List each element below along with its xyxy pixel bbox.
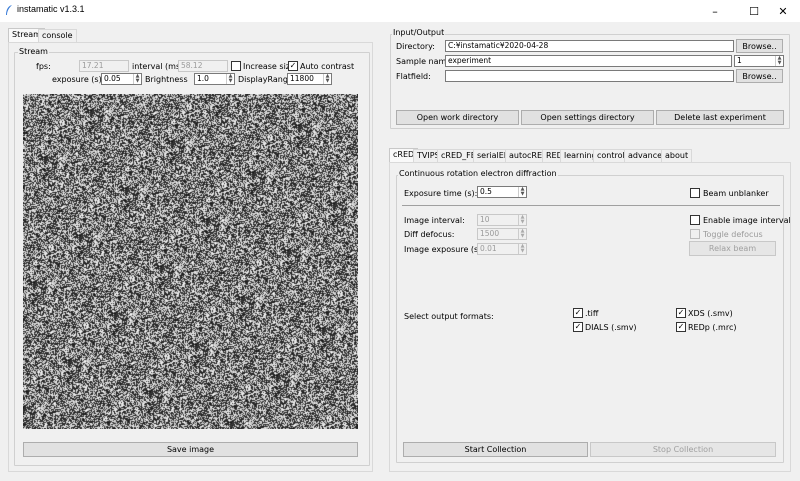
check-icon: ✓ bbox=[574, 322, 582, 331]
start-collection-button[interactable]: Start Collection bbox=[403, 442, 588, 457]
brightness-spinbox[interactable]: 1.0 ▲ ▼ bbox=[194, 73, 235, 85]
image-interval-spinner: ▲ ▼ bbox=[518, 215, 526, 225]
tiff-format-label: .tiff bbox=[585, 309, 599, 318]
close-button[interactable]: ✕ bbox=[766, 0, 800, 22]
diff-defocus-value: 1500 bbox=[480, 229, 500, 238]
feather-app-icon bbox=[6, 5, 12, 15]
fps-field: 17.21 bbox=[79, 60, 129, 72]
check-icon: ✓ bbox=[677, 322, 685, 331]
separator bbox=[402, 205, 780, 206]
display-range-label: DisplayRange bbox=[238, 75, 293, 84]
auto-contrast-label: Auto contrast bbox=[300, 62, 355, 71]
flatfield-label: Flatfield: bbox=[396, 72, 431, 81]
open-settings-directory-button[interactable]: Open settings directory bbox=[521, 110, 654, 125]
brightness-spinner[interactable]: ▲ ▼ bbox=[226, 74, 234, 84]
directory-input[interactable]: C:¥instamatic¥2020-04-28 bbox=[445, 40, 734, 52]
exposure-value[interactable]: 0.05 bbox=[102, 74, 133, 84]
enable-image-interval-label: Enable image interval bbox=[703, 216, 791, 225]
display-range-value[interactable]: 11800 bbox=[288, 74, 323, 84]
spin-down-icon[interactable]: ▼ bbox=[324, 79, 331, 84]
image-interval-value: 10 bbox=[480, 215, 490, 224]
save-image-button[interactable]: Save image bbox=[23, 442, 358, 457]
spin-down-icon[interactable]: ▼ bbox=[776, 61, 783, 66]
tab-console[interactable]: console bbox=[38, 29, 77, 43]
toggle-defocus-checkbox bbox=[690, 229, 700, 239]
spin-down-icon[interactable]: ▼ bbox=[134, 79, 141, 84]
diff-defocus-spinbox: 1500 ▲ ▼ bbox=[477, 228, 527, 240]
check-icon: ✓ bbox=[574, 308, 582, 317]
interval-field: 58.12 bbox=[178, 60, 228, 72]
exposure-label: exposure (s) bbox=[52, 75, 102, 84]
increase-size-checkbox[interactable] bbox=[231, 61, 241, 71]
image-exposure-spinner: ▲ ▼ bbox=[518, 244, 526, 254]
display-range-spinbox[interactable]: 11800 ▲ ▼ bbox=[287, 73, 332, 85]
exposure-spinbox[interactable]: 0.05 ▲ ▼ bbox=[101, 73, 142, 85]
window-title: instamatic v1.3.1 bbox=[17, 4, 85, 14]
spin-down-icon[interactable]: ▼ bbox=[519, 192, 526, 197]
beam-unblanker-checkbox[interactable] bbox=[690, 188, 700, 198]
brightness-value[interactable]: 1.0 bbox=[195, 74, 226, 84]
sample-number-spinner[interactable]: ▲ ▼ bbox=[775, 56, 783, 66]
stop-collection-button: Stop Collection bbox=[590, 442, 776, 457]
directory-browse-button[interactable]: Browse.. bbox=[736, 39, 783, 53]
exposure-time-spinner[interactable]: ▲ ▼ bbox=[518, 187, 526, 197]
auto-contrast-checkbox[interactable]: ✓ bbox=[288, 61, 298, 71]
delete-last-experiment-button[interactable]: Delete last experiment bbox=[656, 110, 784, 125]
redp-format-label: REDp (.mrc) bbox=[688, 323, 737, 332]
exposure-spinner[interactable]: ▲ ▼ bbox=[133, 74, 141, 84]
spin-down-icon: ▼ bbox=[520, 233, 525, 239]
title-bar: instamatic v1.3.1 – ☐ ✕ bbox=[0, 0, 800, 22]
check-icon: ✓ bbox=[677, 308, 685, 317]
spin-down-icon: ▼ bbox=[520, 248, 525, 254]
redp-format-checkbox[interactable]: ✓ bbox=[676, 322, 686, 332]
exposure-time-value[interactable]: 0.5 bbox=[478, 187, 518, 197]
image-interval-spinbox: 10 ▲ ▼ bbox=[477, 214, 527, 226]
tiff-format-checkbox[interactable]: ✓ bbox=[573, 308, 583, 318]
diff-defocus-label: Diff defocus: bbox=[404, 230, 455, 239]
flatfield-input[interactable] bbox=[445, 70, 734, 82]
flatfield-browse-button[interactable]: Browse.. bbox=[736, 69, 783, 83]
sample-number-value[interactable]: 1 bbox=[735, 56, 775, 66]
image-exposure-value: 0.01 bbox=[480, 244, 497, 253]
xds-format-checkbox[interactable]: ✓ bbox=[676, 308, 686, 318]
tab-about[interactable]: about bbox=[661, 149, 693, 163]
directory-label: Directory: bbox=[396, 42, 435, 51]
exposure-time-label: Exposure time (s): bbox=[404, 189, 478, 198]
image-interval-label: Image interval: bbox=[404, 216, 465, 225]
image-exposure-label: Image exposure (s): bbox=[404, 245, 485, 254]
dials-format-checkbox[interactable]: ✓ bbox=[573, 322, 583, 332]
fps-label: fps: bbox=[36, 62, 51, 71]
stream-group-label: Stream bbox=[18, 47, 49, 56]
relax-beam-button: Relax beam bbox=[689, 241, 776, 256]
open-work-directory-button[interactable]: Open work directory bbox=[396, 110, 519, 125]
cred-group-label: Continuous rotation electron diffraction bbox=[398, 169, 558, 178]
spin-down-icon[interactable]: ▼ bbox=[227, 79, 234, 84]
dials-format-label: DIALS (.smv) bbox=[585, 323, 637, 332]
brightness-label: Brightness bbox=[145, 75, 188, 84]
beam-unblanker-label: Beam unblanker bbox=[703, 189, 769, 198]
exposure-time-spinbox[interactable]: 0.5 ▲ ▼ bbox=[477, 186, 527, 198]
xds-format-label: XDS (.smv) bbox=[688, 309, 733, 318]
image-exposure-spinbox: 0.01 ▲ ▼ bbox=[477, 243, 527, 255]
select-output-formats-label: Select output formats: bbox=[404, 312, 494, 321]
enable-image-interval-checkbox[interactable] bbox=[690, 215, 700, 225]
display-range-spinner[interactable]: ▲ ▼ bbox=[323, 74, 331, 84]
spin-down-icon: ▼ bbox=[520, 219, 525, 225]
check-icon: ✓ bbox=[289, 61, 297, 70]
io-group-label: Input/Output bbox=[392, 28, 446, 37]
sample-name-input[interactable]: experiment bbox=[445, 55, 732, 67]
diff-defocus-spinner: ▲ ▼ bbox=[518, 229, 526, 239]
toggle-defocus-label: Toggle defocus bbox=[703, 230, 763, 239]
camera-stream-image[interactable] bbox=[23, 94, 358, 429]
sample-number-spinbox[interactable]: 1 ▲ ▼ bbox=[734, 55, 784, 67]
minimize-button[interactable]: – bbox=[698, 0, 732, 22]
